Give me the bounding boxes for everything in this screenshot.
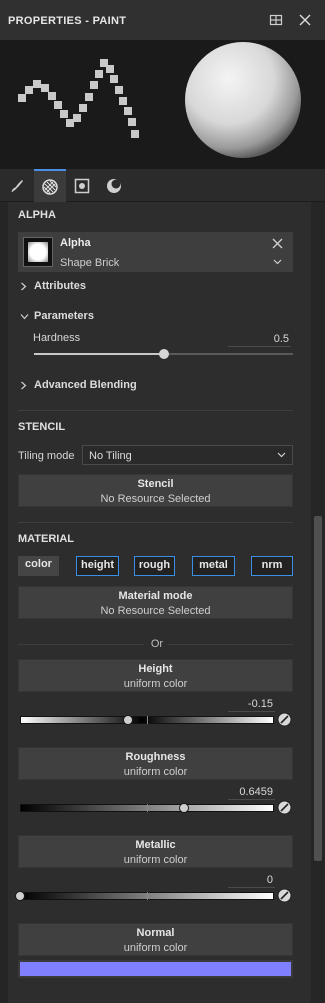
height-slider-handle[interactable] <box>122 715 133 725</box>
metallic-gradient-slider[interactable] <box>20 892 274 900</box>
properties-scroll-area[interactable]: ALPHA Alpha Shape Brick Attributes Param… <box>8 202 311 1003</box>
close-icon[interactable] <box>297 12 313 28</box>
chevron-down-icon <box>20 314 29 320</box>
alpha-thumbnail <box>23 237 53 267</box>
stencil-resource-button[interactable]: Stencil No Resource Selected <box>18 474 293 507</box>
color-picker-icon[interactable] <box>277 800 292 815</box>
or-label: Or <box>150 638 164 650</box>
chevron-down-icon <box>277 452 286 458</box>
chevron-down-icon[interactable] <box>273 259 282 265</box>
roughness-subtitle: uniform color <box>123 766 188 778</box>
normal-subtitle: uniform color <box>123 942 188 954</box>
alpha-shape-name: Shape Brick <box>60 257 120 269</box>
material-mode-title: Material mode <box>118 590 193 602</box>
hardness-slider-fill <box>34 353 164 355</box>
height-title: Height <box>138 663 173 675</box>
material-section-title: MATERIAL <box>18 533 75 545</box>
hardness-label: Hardness <box>33 332 81 344</box>
height-channel-box[interactable]: Height uniform color <box>18 659 293 692</box>
mask-icon <box>74 178 90 193</box>
metallic-channel-box[interactable]: Metallic uniform color <box>18 835 293 868</box>
roughness-title: Roughness <box>125 751 186 763</box>
metallic-value[interactable]: 0 <box>228 874 275 888</box>
channel-metal-button[interactable]: metal <box>192 556 235 576</box>
material-mode-subtitle: No Resource Selected <box>100 605 211 617</box>
maximize-icon[interactable] <box>268 12 284 28</box>
tiling-mode-label: Tiling mode <box>18 450 75 462</box>
tab-mask[interactable] <box>66 169 98 202</box>
tiling-mode-select[interactable]: No Tiling <box>82 445 293 465</box>
material-mode-button[interactable]: Material mode No Resource Selected <box>18 586 293 619</box>
title-bar: PROPERTIES - PAINT <box>0 0 325 41</box>
roughness-channel-box[interactable]: Roughness uniform color <box>18 747 293 780</box>
channel-nrm-button[interactable]: nrm <box>251 556 293 576</box>
channel-height-button[interactable]: height <box>76 556 119 576</box>
attributes-label: Attributes <box>34 280 86 292</box>
divider <box>18 522 293 523</box>
channel-rough-button[interactable]: rough <box>134 556 175 576</box>
scrollbar-thumb[interactable] <box>314 516 322 861</box>
channel-color-button[interactable]: color <box>18 556 59 576</box>
hardness-value[interactable]: 0.5 <box>228 333 291 347</box>
hardness-slider-track[interactable] <box>34 349 293 359</box>
stencil-box-subtitle: No Resource Selected <box>100 493 211 505</box>
normal-channel-box[interactable]: Normal uniform color <box>18 923 293 956</box>
stroke-preview-image <box>18 42 301 158</box>
height-value[interactable]: -0.15 <box>228 698 275 712</box>
remove-alpha-icon[interactable] <box>272 238 283 249</box>
chevron-right-icon <box>21 282 27 291</box>
tab-brush[interactable] <box>2 169 34 202</box>
normal-color-swatch[interactable] <box>18 960 293 978</box>
divider <box>18 644 144 645</box>
parameters-label: Parameters <box>34 310 94 322</box>
chevron-right-icon <box>21 381 27 390</box>
material-sphere-preview <box>185 42 301 158</box>
height-subtitle: uniform color <box>123 678 188 690</box>
alpha-name: Alpha <box>60 237 91 249</box>
roughness-value[interactable]: 0.6459 <box>228 786 275 800</box>
metallic-slider-handle[interactable] <box>15 891 25 901</box>
height-gradient-slider[interactable] <box>20 716 274 724</box>
panel-title: PROPERTIES - PAINT <box>8 15 127 27</box>
brush-icon <box>11 179 23 192</box>
divider <box>168 644 293 645</box>
hardness-slider-handle[interactable] <box>158 349 169 359</box>
roughness-slider-handle[interactable] <box>179 803 190 813</box>
material-sphere-icon <box>107 178 121 193</box>
roughness-gradient-slider[interactable] <box>20 804 274 812</box>
advanced-blending-label: Advanced Blending <box>34 379 137 391</box>
color-picker-icon[interactable] <box>277 712 292 727</box>
color-picker-icon[interactable] <box>277 888 292 903</box>
brush-preview <box>0 41 325 169</box>
tab-material[interactable] <box>98 169 130 202</box>
alpha-resource[interactable]: Alpha Shape Brick <box>18 232 293 272</box>
texture-icon <box>42 178 58 195</box>
alpha-section-title: ALPHA <box>18 209 56 221</box>
stencil-section-title: STENCIL <box>18 421 66 433</box>
stencil-box-title: Stencil <box>137 478 174 490</box>
tab-texture[interactable] <box>34 169 66 202</box>
normal-title: Normal <box>136 927 175 939</box>
metallic-subtitle: uniform color <box>123 854 188 866</box>
tool-tabs <box>0 169 325 202</box>
divider <box>18 410 293 411</box>
tiling-mode-value: No Tiling <box>89 450 132 462</box>
metallic-title: Metallic <box>135 839 176 851</box>
